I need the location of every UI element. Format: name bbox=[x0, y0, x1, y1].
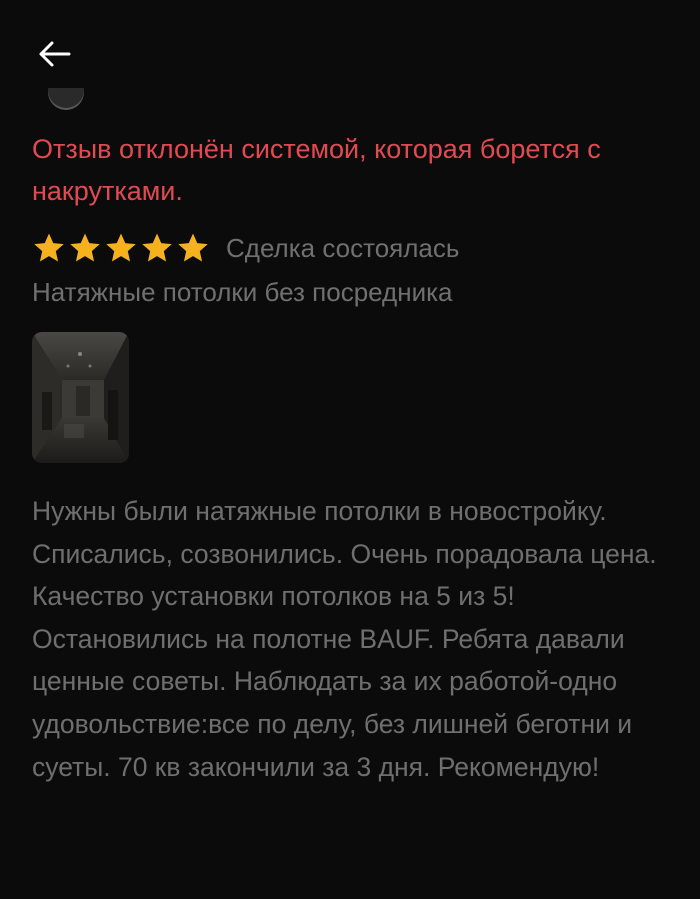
star-icon bbox=[142, 233, 172, 262]
star-rating bbox=[32, 231, 210, 265]
rating-row: Сделка состоялась bbox=[32, 228, 459, 268]
star-icon bbox=[34, 233, 64, 262]
company-name: Натяжные потолки без посредника bbox=[32, 277, 453, 307]
review-photo-thumbnail bbox=[32, 332, 129, 463]
avatar bbox=[48, 88, 84, 110]
back-button[interactable] bbox=[30, 34, 78, 74]
arrow-left-icon bbox=[39, 41, 71, 67]
star-icon bbox=[106, 233, 136, 262]
rejection-notice: Отзыв отклонён системой, которая борется… bbox=[32, 134, 601, 206]
deal-status: Сделка состоялась bbox=[226, 232, 460, 263]
review-text: Нужны были натяжные потолки в новостройк… bbox=[32, 496, 657, 782]
star-icon bbox=[70, 233, 100, 262]
star-icon bbox=[178, 233, 208, 262]
review-photo[interactable] bbox=[32, 332, 129, 463]
